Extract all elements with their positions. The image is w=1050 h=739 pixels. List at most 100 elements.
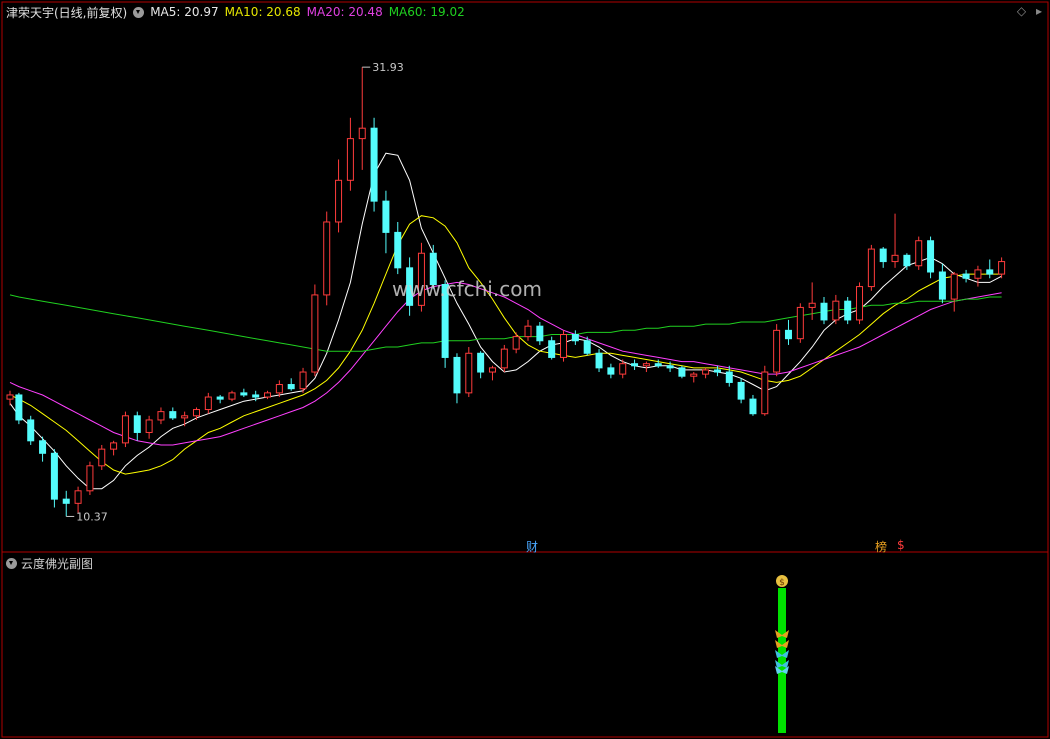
chart-frame: 31.93 10.37 $ 津荣天宇(日线,前复权) MA5: 20.97 MA1… (0, 0, 1050, 739)
candle[interactable] (986, 259, 994, 279)
candle[interactable] (938, 263, 946, 304)
candle[interactable] (571, 330, 579, 345)
candle-body (299, 371, 307, 390)
price-labels: 31.93 10.37 (66, 61, 404, 523)
candle-body (654, 363, 662, 367)
candle[interactable] (950, 271, 958, 312)
candle[interactable] (524, 319, 532, 341)
candle[interactable] (121, 411, 129, 448)
candle[interactable] (690, 372, 698, 383)
candle[interactable] (560, 330, 568, 362)
candle[interactable] (915, 236, 923, 270)
candle[interactable] (346, 117, 354, 191)
candle[interactable] (370, 117, 378, 212)
candle[interactable] (607, 363, 615, 379)
candle[interactable] (311, 284, 319, 377)
kline-chart[interactable]: 31.93 10.37 $ (0, 0, 1050, 739)
candle[interactable] (879, 246, 887, 268)
candle[interactable] (749, 394, 757, 416)
candle[interactable] (796, 303, 804, 343)
candle[interactable] (204, 392, 212, 414)
candle[interactable] (287, 378, 295, 391)
dragon-tiger-marker[interactable]: 榜 (875, 538, 887, 555)
ma10-line (9, 215, 1002, 475)
chevron-down-icon[interactable] (6, 558, 17, 569)
candle[interactable] (784, 319, 792, 345)
candle[interactable] (477, 351, 485, 379)
candle[interactable] (335, 159, 343, 233)
candle[interactable] (169, 407, 177, 420)
candle[interactable] (181, 411, 189, 427)
candle[interactable] (6, 390, 14, 406)
candle[interactable] (998, 257, 1006, 279)
ma60-line (9, 294, 1002, 352)
candle[interactable] (145, 415, 153, 439)
candle-body (571, 334, 579, 342)
candle[interactable] (867, 244, 875, 291)
candle[interactable] (192, 407, 200, 420)
indicator-title[interactable]: 云度佛光副图 (21, 555, 93, 572)
candle[interactable] (737, 378, 745, 404)
candle[interactable] (27, 415, 35, 445)
candle[interactable] (62, 490, 70, 517)
candle[interactable] (382, 190, 390, 254)
candle[interactable] (773, 324, 781, 377)
candle-body (879, 248, 887, 263)
caret-icon[interactable]: ▸ (1036, 4, 1042, 18)
candle[interactable] (856, 282, 864, 325)
dollar-marker[interactable]: $ (897, 538, 905, 552)
candle-body (856, 286, 864, 321)
candle[interactable] (216, 394, 224, 404)
candle[interactable] (323, 211, 331, 306)
candle-body (619, 363, 627, 375)
candle[interactable] (974, 265, 982, 287)
candle[interactable] (548, 336, 556, 360)
candle[interactable] (133, 411, 141, 441)
candle[interactable] (761, 365, 769, 416)
candle[interactable] (962, 269, 970, 283)
candle[interactable] (50, 449, 58, 508)
candle-body (832, 300, 840, 321)
candle[interactable] (240, 388, 248, 398)
candle[interactable] (678, 365, 686, 379)
candle[interactable] (844, 297, 852, 325)
candle[interactable] (512, 332, 520, 354)
candle[interactable] (536, 322, 544, 345)
candle[interactable] (299, 367, 307, 393)
candle[interactable] (891, 213, 899, 268)
diamond-icon[interactable]: ◇ (1017, 4, 1026, 18)
candle[interactable] (110, 440, 118, 456)
finance-marker[interactable]: 财 (526, 538, 538, 555)
candle[interactable] (595, 349, 603, 373)
candle[interactable] (157, 407, 165, 425)
candle[interactable] (820, 297, 828, 325)
candle[interactable] (832, 294, 840, 325)
candle-body (500, 348, 508, 369)
candle[interactable] (394, 221, 402, 275)
candle[interactable] (465, 347, 473, 398)
stock-title[interactable]: 津荣天宇(日线,前复权) (6, 4, 127, 21)
chevron-down-icon[interactable] (133, 6, 145, 18)
candle-body (631, 363, 639, 367)
candle[interactable] (713, 365, 721, 377)
candle[interactable] (927, 236, 935, 279)
candle[interactable] (488, 365, 496, 381)
candle[interactable] (500, 344, 508, 373)
candle-body (121, 415, 129, 444)
candle-body (86, 465, 94, 492)
candle[interactable] (631, 359, 639, 370)
candle[interactable] (86, 461, 94, 495)
candle-body (382, 200, 390, 233)
candle[interactable] (98, 444, 106, 470)
candle[interactable] (358, 67, 366, 170)
candle[interactable] (453, 353, 461, 404)
candle[interactable] (642, 361, 650, 373)
candle[interactable] (15, 392, 23, 425)
candle-body (74, 490, 82, 504)
candle[interactable] (39, 436, 47, 462)
candle-body (311, 294, 319, 373)
candle[interactable] (228, 390, 236, 402)
candle-body (998, 261, 1006, 275)
candle[interactable] (725, 365, 733, 387)
candle-body (938, 271, 946, 300)
